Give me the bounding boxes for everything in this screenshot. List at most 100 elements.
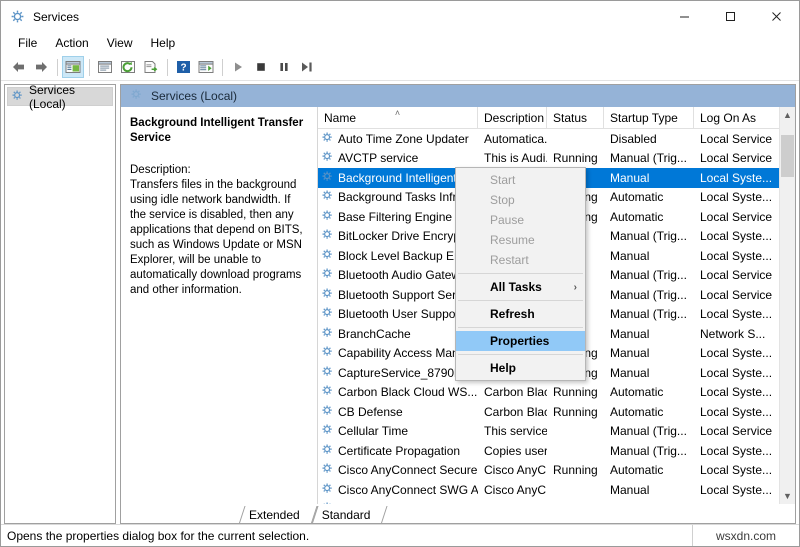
column-header-description[interactable]: Description (478, 107, 547, 128)
cell-startup-type: Manual (610, 248, 650, 263)
scroll-up-icon[interactable]: ▲ (780, 107, 795, 123)
cell-log-on-as: Local Syste... (700, 229, 773, 244)
service-description-panel: Background Intelligent Transfer Service … (121, 107, 317, 504)
restart-service-button[interactable] (296, 56, 318, 78)
menu-help[interactable]: Help (142, 34, 185, 52)
ctx-properties[interactable]: Properties (456, 331, 585, 351)
column-header-name[interactable]: Name ˄ (318, 107, 478, 128)
service-name-label: BranchCache (338, 326, 411, 341)
back-button[interactable] (7, 56, 29, 78)
ctx-start-label: Start (490, 173, 516, 187)
toolbar-separator-4 (222, 58, 223, 76)
tab-standard[interactable]: Standard (312, 506, 383, 523)
show-action-pane-button[interactable] (195, 56, 217, 78)
pause-service-button[interactable] (273, 56, 295, 78)
cell-status: Running (553, 404, 598, 419)
services-gear-icon (321, 209, 334, 225)
services-gear-icon (321, 462, 334, 478)
services-gear-icon (321, 170, 334, 186)
main-split: Services (Local) Services (Local) Backgr… (1, 81, 799, 524)
cell-status: Running (553, 151, 598, 166)
table-row[interactable]: AVCTP service This is Audi... Running Manua… (318, 149, 795, 169)
console-tree-pane: Services (Local) (4, 83, 116, 524)
service-name-label: Base Filtering Engine (338, 209, 453, 224)
cell-service-name: Background Tasks Infras... (318, 189, 478, 205)
ctx-stop: Stop (456, 190, 585, 210)
tree-node-services-local[interactable]: Services (Local) (7, 83, 113, 111)
services-gear-icon (321, 345, 334, 361)
service-name-label: Cellular Time (338, 424, 409, 439)
cell-log-on-as: Local Syste... (700, 482, 773, 497)
cell-startup-type: Manual (610, 170, 650, 185)
cell-service-name: BranchCache (318, 326, 478, 342)
table-row[interactable]: Carbon Black Cloud WS... Carbon Black... R… (318, 383, 795, 403)
scroll-down-icon[interactable]: ▼ (780, 488, 795, 504)
toolbar-separator-2 (89, 58, 90, 76)
menu-action[interactable]: Action (46, 34, 97, 52)
ctx-help[interactable]: Help (456, 358, 585, 378)
table-row[interactable]: Cisco AnyConnect Secure ... Cisco AnyC...… (318, 461, 795, 481)
service-name-label: CaptureService_8790b (338, 365, 461, 380)
toolbar-separator-1 (57, 58, 58, 76)
cell-service-name: BitLocker Drive Encrypti... (318, 228, 478, 244)
start-service-button[interactable] (227, 56, 249, 78)
cell-description: This service ... (484, 424, 547, 439)
ctx-refresh-label: Refresh (490, 307, 535, 321)
cell-service-name: CB Defense (318, 404, 478, 420)
properties-button[interactable] (94, 56, 116, 78)
selected-service-title: Background Intelligent Transfer Service (130, 117, 304, 144)
cell-startup-type: Manual (610, 482, 650, 497)
cell-description: Copies user ... (484, 443, 547, 458)
ctx-all-tasks-label: All Tasks (490, 280, 542, 294)
cell-service-name: Certificate Propagation (318, 443, 478, 459)
menu-file[interactable]: File (9, 34, 46, 52)
ctx-pause-label: Pause (490, 213, 525, 227)
cell-startup-type: Manual (Trig... (610, 229, 687, 244)
services-list-scrollbar[interactable]: ▲ ▼ (779, 107, 795, 504)
services-gear-icon (321, 365, 334, 381)
table-row[interactable]: Certificate Propagation Copies user ... Ma… (318, 441, 795, 461)
maximize-button[interactable] (707, 1, 753, 32)
cell-service-name: Base Filtering Engine (318, 209, 478, 225)
cell-service-name: Bluetooth Audio Gatew... (318, 267, 478, 283)
close-button[interactable] (753, 1, 799, 32)
window-title: Services (33, 9, 80, 24)
cell-description: Automatica... (484, 131, 547, 146)
table-row[interactable]: Auto Time Zone Updater Automatica... Disab… (318, 129, 795, 149)
refresh-button[interactable] (117, 56, 139, 78)
column-header-log-on-as[interactable]: Log On As (694, 107, 774, 128)
stop-service-button[interactable] (250, 56, 272, 78)
table-row[interactable]: Cisco AnyConnect SWG Ag... Cisco AnyC... M… (318, 480, 795, 500)
cell-startup-type: Automatic (610, 190, 664, 205)
ctx-refresh[interactable]: Refresh (456, 304, 585, 324)
cell-log-on-as: Local Syste... (700, 443, 773, 458)
service-context-menu[interactable]: Start Stop Pause Resume Restart All Tasks › Ref… (455, 167, 586, 381)
tab-extended[interactable]: Extended (239, 506, 312, 523)
help-button[interactable]: ? (172, 56, 194, 78)
column-header-startup-type[interactable]: Startup Type (604, 107, 694, 128)
menu-view[interactable]: View (98, 34, 142, 52)
table-row[interactable]: Cellular Time This service ... Manual (Tri… (318, 422, 795, 442)
cell-log-on-as: Local Syste... (700, 170, 773, 185)
column-header-status[interactable]: Status (547, 107, 604, 128)
service-name-label: Cisco AnyConnect SWG Ag... (338, 482, 478, 497)
toolbar: ? (1, 54, 799, 81)
export-list-button[interactable] (140, 56, 162, 78)
services-gear-icon (321, 423, 334, 439)
minimize-button[interactable] (661, 1, 707, 32)
cell-log-on-as: Local Service (700, 287, 773, 302)
cell-startup-type: Manual (610, 365, 650, 380)
cell-log-on-as: Local Service (700, 209, 773, 224)
cell-description: Carbon Black... (484, 404, 547, 419)
status-bar: Opens the properties dialog box for the … (1, 524, 799, 546)
cell-service-name: Auto Time Zone Updater (318, 131, 478, 147)
ctx-all-tasks[interactable]: All Tasks › (456, 277, 585, 297)
service-name-label: Carbon Black Cloud WS... (338, 385, 478, 400)
scrollbar-thumb[interactable] (781, 135, 794, 177)
cell-startup-type: Manual (610, 346, 650, 361)
cell-service-name: Carbon Black Cloud WS... (318, 384, 478, 400)
cell-log-on-as: Local Syste... (700, 346, 773, 361)
forward-button[interactable] (30, 56, 52, 78)
show-hide-tree-button[interactable] (62, 56, 84, 78)
table-row[interactable]: CB Defense Carbon Black... Running Automati… (318, 402, 795, 422)
